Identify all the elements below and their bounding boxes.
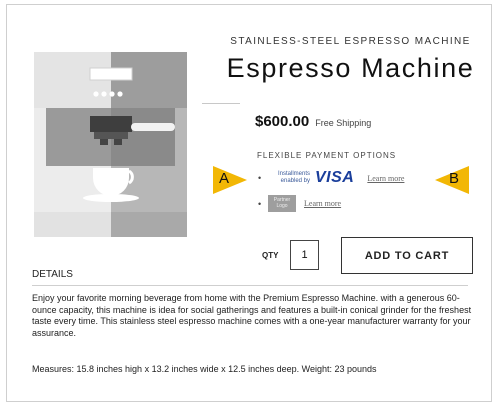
quantity-label: QTY	[262, 251, 279, 260]
annotation-marker-b: B	[435, 166, 469, 194]
product-title: Espresso Machine	[226, 53, 475, 83]
marker-b-label: B	[449, 170, 460, 187]
learn-more-link-visa[interactable]: Learn more	[367, 174, 404, 183]
payment-option-visa: • Installments enabled by VISA Learn mor…	[258, 169, 404, 187]
payment-option-partner: • Partner Logo Learn more	[258, 195, 341, 212]
title-divider	[202, 103, 240, 104]
partner-logo: Partner Logo	[268, 195, 296, 212]
add-to-cart-button[interactable]: ADD TO CART	[341, 237, 473, 274]
bullet-icon: •	[258, 198, 262, 209]
quantity-input[interactable]: 1	[290, 240, 319, 270]
marker-a-label: A	[219, 170, 230, 187]
product-price: $600.00	[255, 113, 310, 130]
price-row: $600.00 Free Shipping	[255, 113, 371, 130]
learn-more-link-partner[interactable]: Learn more	[304, 199, 341, 208]
visa-logo: VISA	[315, 169, 355, 186]
shipping-note: Free Shipping	[315, 118, 372, 128]
partner-logo-line-2: Logo	[276, 203, 288, 209]
installments-line-1: Installments	[277, 171, 310, 177]
details-measures: Measures: 15.8 inches high x 13.2 inches…	[32, 364, 377, 374]
details-heading: DETAILS	[32, 269, 73, 280]
installments-label: Installments enabled by	[268, 171, 310, 185]
bullet-icon: •	[258, 173, 262, 183]
product-subtitle: STAINLESS-STEEL ESPRESSO MACHINE	[230, 36, 471, 47]
installments-line-2: enabled by	[280, 178, 310, 184]
payment-options-heading: FLEXIBLE PAYMENT OPTIONS	[257, 151, 397, 160]
annotation-marker-a: A	[213, 166, 247, 194]
details-divider	[32, 285, 468, 286]
details-description: Enjoy your favorite morning beverage fro…	[32, 293, 472, 338]
espresso-machine-image	[34, 52, 187, 237]
